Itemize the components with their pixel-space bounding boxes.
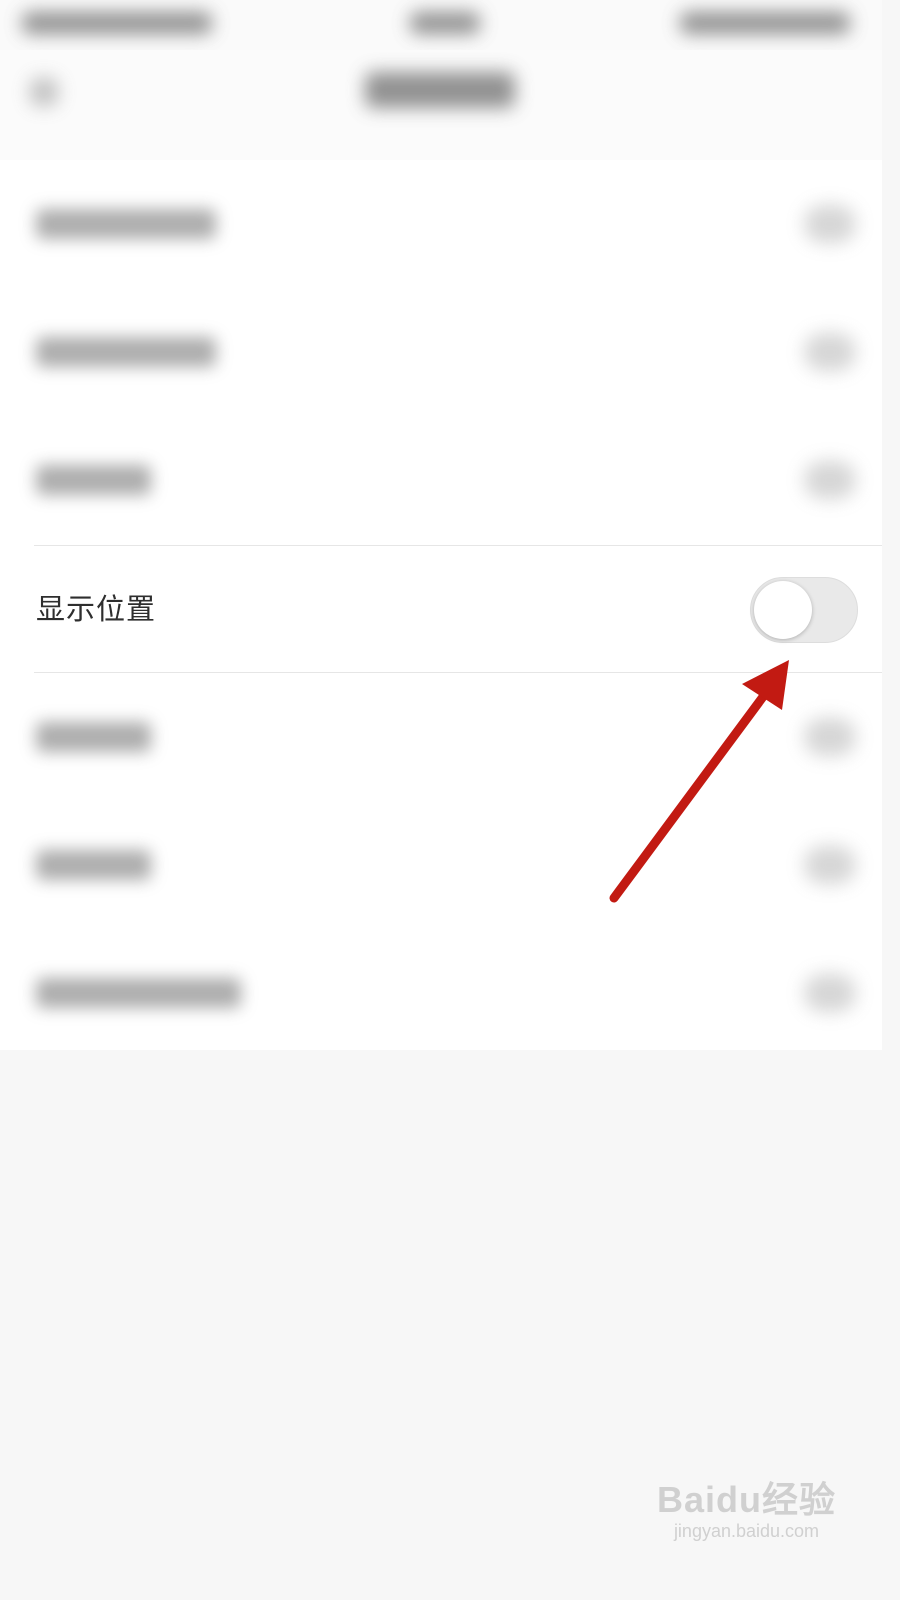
show-location-label: 显示位置 (36, 592, 157, 626)
toggle-switch[interactable] (804, 333, 856, 371)
watermark-url: jingyan.baidu.com (673, 1521, 820, 1541)
status-bar-carrier (22, 12, 212, 34)
list-item[interactable] (0, 160, 882, 288)
nav-bar (0, 50, 882, 160)
list-item[interactable] (0, 416, 882, 544)
show-location-toggle[interactable] (750, 577, 858, 643)
toggle-knob[interactable] (754, 581, 812, 639)
list-item[interactable] (0, 929, 882, 1057)
status-bar (0, 0, 882, 50)
settings-screen: 显示位置 Baidu经验 jingyan.baidu.com (0, 0, 882, 1568)
toggle-switch[interactable] (804, 205, 856, 243)
list-item-label (36, 978, 241, 1008)
status-bar-time (410, 12, 480, 34)
list-item[interactable] (0, 801, 882, 929)
toggle-switch[interactable] (804, 846, 856, 884)
toggle-switch[interactable] (804, 974, 856, 1012)
list-item-label (36, 850, 151, 880)
divider (34, 672, 882, 673)
back-icon[interactable] (30, 78, 58, 106)
list-item[interactable] (0, 288, 882, 416)
list-item-label (36, 209, 216, 239)
toggle-switch[interactable] (804, 718, 856, 756)
status-bar-icons (680, 12, 850, 34)
list-item-label (36, 465, 151, 495)
toggle-switch[interactable] (804, 461, 856, 499)
list-item-label (36, 722, 151, 752)
watermark-brand: Baidu经验 (656, 1479, 836, 1520)
list-item-label (36, 337, 216, 367)
baidu-jingyan-watermark: Baidu经验 jingyan.baidu.com (657, 1471, 836, 1542)
page-title (365, 72, 515, 108)
list-item[interactable] (0, 673, 882, 801)
